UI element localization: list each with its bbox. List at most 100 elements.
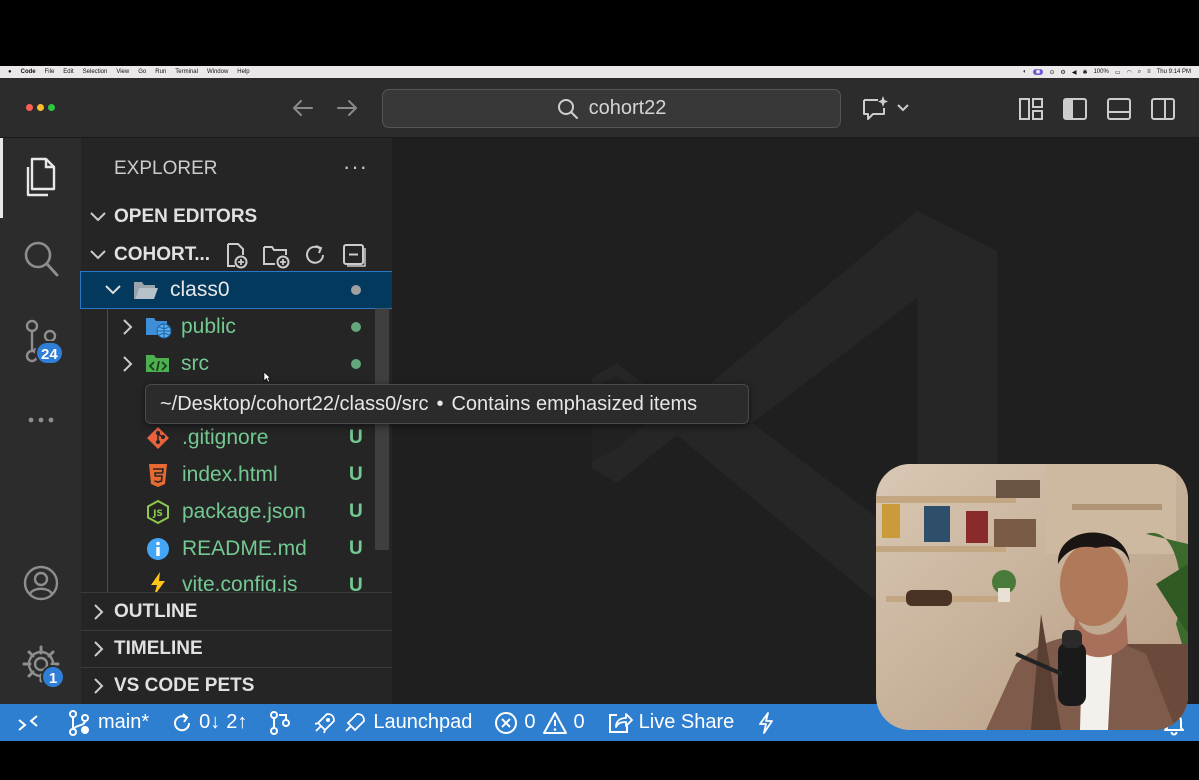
explorer-view-button[interactable] [0, 155, 81, 199]
sync-icon [174, 712, 191, 731]
folder-public-icon [146, 318, 172, 339]
volume-icon[interactable]: ◀ [1072, 69, 1077, 76]
section-divider [81, 630, 392, 631]
search-view-button[interactable] [0, 238, 81, 280]
new-file-icon[interactable] [223, 241, 249, 269]
toggle-panel-icon[interactable] [1106, 96, 1132, 122]
tree-indent-guide [107, 308, 108, 592]
minimize-window-button[interactable] [37, 104, 44, 111]
refresh-icon[interactable] [302, 242, 328, 268]
tree-item-vite-config[interactable]: vite.config.js U [81, 569, 392, 592]
menu-selection[interactable]: Selection [83, 69, 108, 75]
menu-view[interactable]: View [116, 69, 129, 75]
account-icon [23, 565, 58, 601]
rocket-icon [315, 712, 336, 733]
battery-icon[interactable]: ▭ [1115, 69, 1121, 76]
tree-label-src: src [181, 352, 209, 375]
section-timeline[interactable]: TIMELINE [81, 635, 392, 663]
menu-code[interactable]: Code [21, 69, 36, 75]
more-views-button[interactable] [0, 408, 81, 432]
explorer-title: EXPLORER [114, 158, 218, 179]
warning-count: 0 [573, 711, 585, 733]
wifi-icon[interactable]: ◠ [1127, 69, 1132, 76]
explorer-more-actions[interactable]: ··· [343, 154, 368, 180]
menu-terminal[interactable]: Terminal [175, 69, 198, 75]
pull-request-indicator[interactable] [269, 710, 291, 736]
tree-label-readme: README.md [182, 537, 307, 560]
copilot-menu-button[interactable] [860, 94, 910, 122]
tree-label-package-json: package.json [182, 500, 306, 523]
search-icon [24, 241, 58, 277]
source-control-badge: 24 [35, 341, 64, 365]
live-share-button[interactable]: Live Share [607, 711, 734, 735]
tree-item-index-html[interactable]: index.html U [81, 458, 392, 492]
error-count: 0 [524, 711, 536, 733]
status-icon[interactable]: ◐ [1023, 69, 1027, 75]
remote-indicator[interactable] [16, 711, 40, 735]
section-workspace[interactable]: COHORT... [81, 241, 392, 269]
search-icon [557, 98, 578, 119]
menu-edit[interactable]: Edit [63, 69, 73, 75]
tree-label-class0: class0 [170, 278, 230, 301]
toggle-secondary-sidebar-icon[interactable] [1150, 96, 1176, 122]
search-icon[interactable]: ⌕ [1138, 69, 1141, 76]
error-icon [495, 711, 518, 734]
chevron-down-icon [90, 212, 106, 222]
menu-run[interactable]: Run [155, 69, 166, 75]
clock[interactable]: Thu 9:14 PM [1157, 69, 1191, 75]
menu-window[interactable]: Window [207, 69, 228, 75]
status-icon[interactable]: ⊙ [1049, 69, 1054, 76]
files-icon [26, 157, 55, 197]
section-outline[interactable]: OUTLINE [81, 598, 392, 626]
chevron-down-icon [90, 250, 106, 260]
menu-file[interactable]: File [45, 69, 55, 75]
launchpad-button[interactable]: Launchpad [313, 711, 472, 735]
accounts-button[interactable] [0, 563, 81, 603]
tree-label-vite-config: vite.config.js [182, 573, 298, 592]
tree-item-class0[interactable]: class0 [80, 271, 393, 309]
sync-indicator[interactable]: 0↓ 2↑ [171, 711, 247, 735]
tree-item-public[interactable]: public [81, 310, 392, 344]
forward-arrow-icon[interactable] [334, 94, 360, 122]
status-icon[interactable]: ⚙ [1060, 69, 1065, 76]
html-file-icon [149, 464, 167, 487]
problems-indicator[interactable]: 0 0 [494, 711, 585, 735]
control-center-icon[interactable]: ≡ [1147, 69, 1151, 75]
timeline-title: TIMELINE [114, 638, 203, 659]
collapse-all-icon[interactable] [341, 242, 367, 268]
git-compare-icon [270, 710, 291, 735]
bluetooth-icon[interactable]: ✱ [1082, 69, 1087, 76]
tree-item-gitignore[interactable]: .gitignore U [81, 421, 392, 455]
command-center-search[interactable]: cohort22 [382, 89, 841, 128]
status-dot [351, 359, 361, 369]
untracked-marker: U [349, 538, 363, 559]
screen-record-icon[interactable]: ▣ [1032, 69, 1044, 75]
launchpad-label: Launchpad [373, 711, 473, 733]
section-divider [81, 667, 392, 668]
open-editors-title: OPEN EDITORS [114, 206, 258, 227]
customize-layout-icon[interactable] [1018, 96, 1044, 122]
tree-label-public: public [181, 315, 236, 338]
live-share-icon [608, 712, 633, 733]
apple-menu-icon[interactable]: ● [8, 69, 12, 75]
mouse-cursor-icon [263, 371, 271, 383]
section-divider [81, 592, 392, 593]
zoom-window-button[interactable] [48, 104, 55, 111]
tree-item-src[interactable]: src [81, 347, 392, 381]
branch-indicator[interactable]: main* [66, 709, 149, 737]
lightning-button[interactable] [756, 711, 776, 735]
path-tooltip: ~/Desktop/cohort22/class0/src • Contains… [145, 384, 749, 424]
new-folder-icon[interactable] [261, 241, 291, 269]
section-vscode-pets[interactable]: VS CODE PETS [81, 672, 392, 700]
close-window-button[interactable] [26, 104, 33, 111]
back-arrow-icon[interactable] [290, 94, 316, 122]
untracked-marker: U [349, 575, 363, 592]
sidebar-scrollbar-thumb[interactable] [375, 308, 389, 550]
tree-item-package-json[interactable]: JS package.json U [81, 495, 392, 529]
menu-go[interactable]: Go [138, 69, 146, 75]
tree-item-readme[interactable]: README.md U [81, 532, 392, 566]
section-open-editors[interactable]: OPEN EDITORS [81, 204, 392, 230]
menu-help[interactable]: Help [237, 69, 249, 75]
toggle-primary-sidebar-icon[interactable] [1062, 96, 1088, 122]
presenter-video-image [876, 464, 1188, 730]
